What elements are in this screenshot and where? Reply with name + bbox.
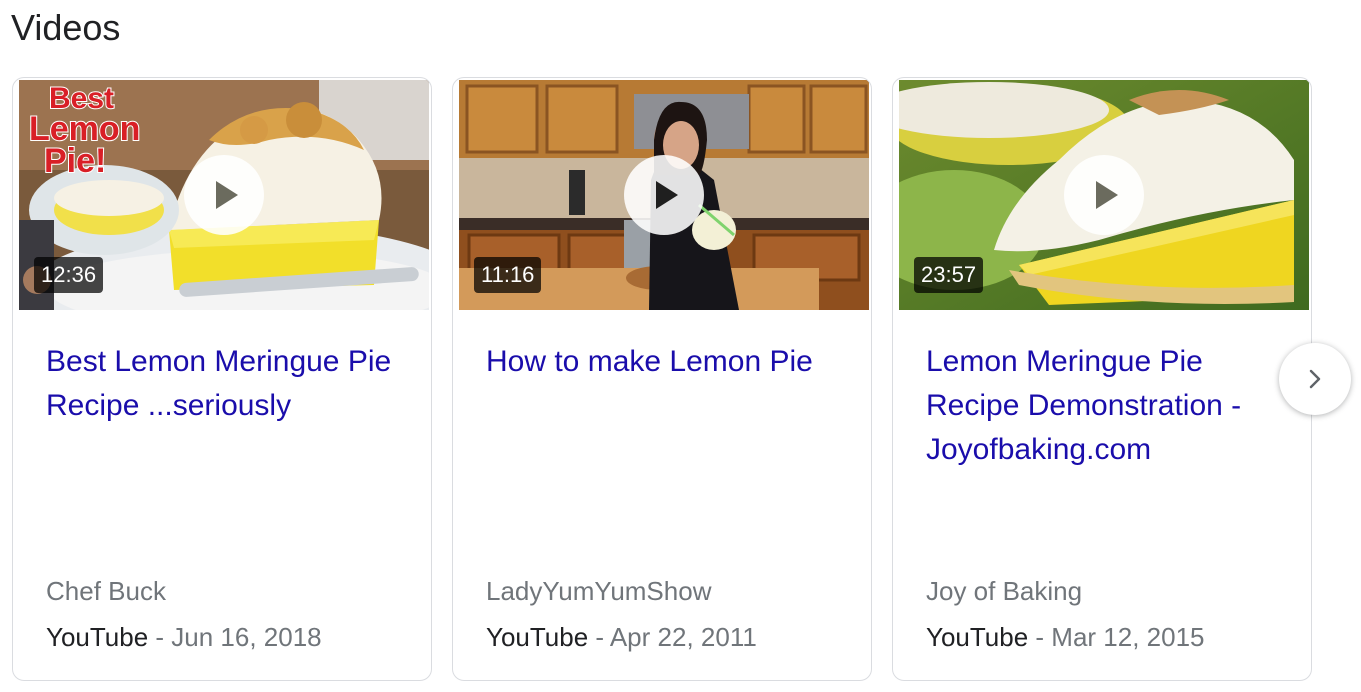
thumb-overlay-text: Pie! (44, 142, 106, 180)
video-title-link[interactable]: Best Lemon Meringue Pie Recipe ...seriou… (46, 340, 406, 428)
video-title-link[interactable]: How to make Lemon Pie (486, 340, 846, 384)
video-card[interactable]: Best Lemon Pie! 12:36 Best Lemon Meringu… (12, 77, 432, 681)
video-date: Apr 22, 2011 (609, 622, 757, 652)
video-duration: 11:16 (474, 257, 542, 293)
video-source: YouTube (46, 622, 149, 652)
video-channel: Chef Buck (46, 576, 166, 606)
video-date: Jun 16, 2018 (171, 622, 322, 652)
meta-separator: - (588, 622, 610, 652)
play-icon[interactable] (184, 155, 264, 235)
video-channel: LadyYumYumShow (486, 576, 712, 606)
video-meta: YouTube - Jun 16, 2018 (46, 620, 322, 654)
video-source: YouTube (486, 622, 589, 652)
video-duration: 12:36 (34, 257, 104, 293)
video-meta: YouTube - Mar 12, 2015 (926, 620, 1205, 654)
video-title-link[interactable]: Lemon Meringue Pie Recipe Demonstration … (926, 340, 1286, 472)
video-meta: YouTube - Apr 22, 2011 (486, 620, 757, 654)
video-carousel: Best Lemon Pie! 12:36 Best Lemon Meringu… (12, 77, 1361, 683)
video-duration: 23:57 (914, 257, 984, 293)
play-icon[interactable] (1064, 155, 1144, 235)
video-thumbnail[interactable]: 23:57 (899, 80, 1309, 310)
meta-separator: - (148, 622, 172, 652)
video-card[interactable]: 23:57 Lemon Meringue Pie Recipe Demonstr… (892, 77, 1312, 681)
video-source: YouTube (926, 622, 1029, 652)
video-card[interactable]: 11:16 How to make Lemon Pie LadyYumYumSh… (452, 77, 872, 681)
carousel-next-button[interactable] (1279, 343, 1351, 415)
section-title: Videos (11, 7, 121, 48)
video-channel: Joy of Baking (926, 576, 1083, 606)
meta-separator: - (1028, 622, 1052, 652)
play-icon[interactable] (624, 155, 704, 235)
video-thumbnail[interactable]: 11:16 (459, 80, 869, 310)
video-date: Mar 12, 2015 (1051, 622, 1205, 652)
video-thumbnail[interactable]: Best Lemon Pie! 12:36 (19, 80, 429, 310)
chevron-right-icon (1309, 369, 1321, 389)
